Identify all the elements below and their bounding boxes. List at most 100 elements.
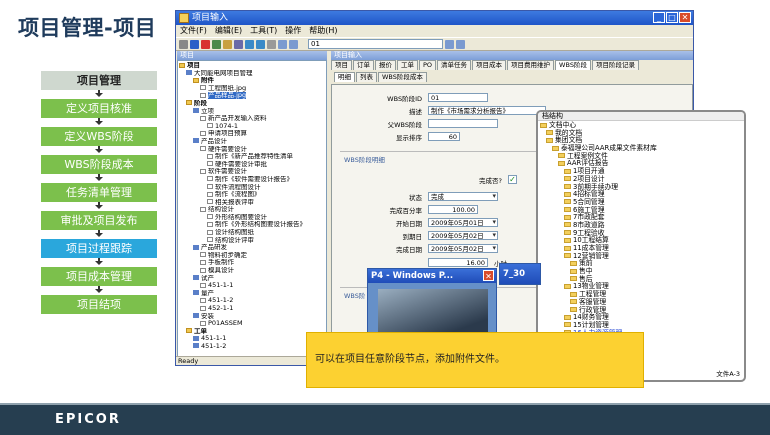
menu-item[interactable]: 文件(F) xyxy=(180,25,207,37)
tree-node[interactable]: 安装 xyxy=(179,313,325,321)
nav-last-icon[interactable] xyxy=(456,39,465,49)
tree-node[interactable]: 产品样品.jpg xyxy=(179,92,325,100)
document-tree-node[interactable]: AAR评估报告 xyxy=(540,160,742,168)
tree-node[interactable]: 试产 xyxy=(179,275,325,283)
document-tree-node[interactable]: 7市政配套 xyxy=(540,213,742,222)
desc-field[interactable]: 制作《市场需求分析报告》 xyxy=(428,106,546,115)
tab[interactable]: 报价 xyxy=(375,60,396,70)
document-tree-node[interactable]: 5合同管理 xyxy=(540,198,742,207)
complete-checkbox[interactable]: ✓ xyxy=(508,175,517,184)
percent-field[interactable]: 100.00 xyxy=(428,205,478,214)
start-date-field[interactable]: 2009年05月01日 xyxy=(428,218,498,227)
subtab[interactable]: 列表 xyxy=(356,72,377,82)
tree-node[interactable]: 量产 xyxy=(179,290,325,298)
hours-field[interactable]: 16.00 xyxy=(428,258,488,267)
document-tree[interactable]: 文档中心 我的文档 集团文档 泰福理公司AAR成果文件素材库 工程案例文件 AAR评估报告… xyxy=(538,121,744,346)
tree-node[interactable]: 制作《软件需要设计报告》 xyxy=(179,176,325,184)
tree-node[interactable]: P01ASSEM xyxy=(179,320,325,328)
menu-item[interactable]: 编辑(E) xyxy=(215,25,242,37)
tree-node[interactable]: 制作《外形结构图要设计报告》 xyxy=(179,221,325,229)
tree-node[interactable]: 附件 xyxy=(179,77,325,85)
document-tree-node[interactable]: 11成本管理 xyxy=(540,244,742,253)
document-tree-node[interactable]: 3前期手续办理 xyxy=(540,183,742,192)
document-tree-node[interactable]: 14财务管理 xyxy=(540,313,742,322)
tab[interactable]: 项目 xyxy=(331,60,352,70)
tree-node[interactable]: 硬件需要设计 xyxy=(179,146,325,154)
tab[interactable]: 清单任务 xyxy=(437,60,472,70)
tree-node[interactable]: 外形结构图要设计 xyxy=(179,214,325,222)
document-tree-node[interactable]: 策前 xyxy=(540,260,742,268)
menu-item[interactable]: 操作 xyxy=(285,25,301,37)
document-tree-node[interactable]: 2项目设计 xyxy=(540,175,742,184)
close-icon[interactable]: ✕ xyxy=(483,270,494,281)
document-tree-node[interactable]: 售中 xyxy=(540,267,742,276)
tree-node[interactable]: 451-1-2 xyxy=(179,297,325,305)
status-dropdown[interactable]: 完成 xyxy=(428,192,498,201)
find-icon[interactable] xyxy=(267,39,276,49)
open-icon[interactable] xyxy=(223,39,232,49)
tree-node[interactable]: 新产品开发输入资料 xyxy=(179,115,325,123)
due-date-field[interactable]: 2009年05月02日 xyxy=(428,231,498,240)
undo-icon[interactable] xyxy=(256,39,265,49)
tree-node[interactable]: 大同能电网项目管理 xyxy=(179,70,325,78)
second-window[interactable]: 7_30 xyxy=(499,263,541,285)
tree-node[interactable]: 软件流程图设计 xyxy=(179,184,325,192)
tree-node[interactable]: 产品设计 xyxy=(179,138,325,146)
menu-item[interactable]: 帮助(H) xyxy=(309,25,337,37)
tree-node[interactable]: 451-1-1 xyxy=(179,282,325,290)
document-tree-node[interactable]: 12营销管理 xyxy=(540,252,742,261)
tree-node[interactable]: 1074-1 xyxy=(179,123,325,131)
record-combo[interactable]: 01 xyxy=(308,39,443,49)
tree-node[interactable]: 手板制作 xyxy=(179,259,325,267)
nav-first-icon[interactable] xyxy=(278,39,287,49)
tree-node[interactable]: 工程图纸.jpg xyxy=(179,85,325,93)
tree-node[interactable]: 制作《新产品推荐特性清单 xyxy=(179,153,325,161)
tree-node[interactable]: 451-1-2 xyxy=(179,343,325,351)
document-tree-node[interactable]: 行政管理 xyxy=(540,306,742,315)
tab[interactable]: 订单 xyxy=(353,60,374,70)
minimize-button[interactable]: _ xyxy=(653,12,665,23)
order-field[interactable]: 60 xyxy=(428,132,460,141)
tab[interactable]: 项目阶段记录 xyxy=(591,60,639,70)
nav-next-icon[interactable] xyxy=(445,39,454,49)
tree-node[interactable]: 模具设计 xyxy=(179,267,325,275)
tab[interactable]: WBS阶段 xyxy=(555,60,591,70)
tab[interactable]: 项目费用维护 xyxy=(507,60,555,70)
menu-item[interactable]: 工具(T) xyxy=(250,25,277,37)
document-tree-node[interactable]: 8市政道路 xyxy=(540,221,742,230)
maximize-button[interactable]: □ xyxy=(666,12,678,23)
document-tree-node[interactable]: 9工程验收 xyxy=(540,229,742,238)
done-date-field[interactable]: 2009年05月02日 xyxy=(428,244,498,253)
subtab[interactable]: WBS阶段成本 xyxy=(378,72,427,82)
document-tree-node[interactable]: 工程管理 xyxy=(540,290,742,299)
document-tree-node[interactable]: 售后 xyxy=(540,275,742,284)
tab[interactable]: PO xyxy=(419,60,437,70)
tree-node[interactable]: 产品研发 xyxy=(179,244,325,252)
subtab[interactable]: 明细 xyxy=(334,72,355,82)
tree-node[interactable]: 结构设计 xyxy=(179,206,325,214)
document-tree-node[interactable]: 4招标管理 xyxy=(540,190,742,199)
new-icon[interactable] xyxy=(179,39,188,49)
document-tree-node[interactable]: 13物业管理 xyxy=(540,283,742,291)
document-tree-node[interactable]: 6施工管理 xyxy=(540,206,742,215)
save-icon[interactable] xyxy=(190,39,199,49)
tree-node[interactable]: 项目 xyxy=(179,62,325,70)
parent-wbs-field[interactable] xyxy=(428,119,498,128)
tree-node[interactable]: 452-1-1 xyxy=(179,305,325,313)
refresh-icon[interactable] xyxy=(245,39,254,49)
tree-node[interactable]: 立项 xyxy=(179,108,325,116)
tab[interactable]: 项目成本 xyxy=(472,60,507,70)
document-tree-node[interactable]: 15计划管理 xyxy=(540,321,742,330)
tree-node[interactable]: 制作《流程图》 xyxy=(179,191,325,199)
tree-node[interactable]: 软件需要设计 xyxy=(179,168,325,176)
tree-node[interactable]: 工单 xyxy=(179,328,325,336)
tree-node[interactable]: 硬件需要设计审批 xyxy=(179,161,325,169)
wbs-id-field[interactable]: 01 xyxy=(428,93,488,102)
document-tree-node[interactable]: 客服管理 xyxy=(540,298,742,307)
tree-node[interactable]: 相关报表评审 xyxy=(179,199,325,207)
tree-node[interactable]: 申请项目预算 xyxy=(179,130,325,138)
tree-node[interactable]: 结构设计评审 xyxy=(179,237,325,245)
tree-node[interactable]: 阶段 xyxy=(179,100,325,108)
project-tree[interactable]: 项目 大同能电网项目管理 附件 工程图纸.jpg 产品样品.jpg 阶段 立项 新产品开发输入… xyxy=(177,60,327,358)
document-tree-node[interactable]: 1项目开通 xyxy=(540,167,742,176)
